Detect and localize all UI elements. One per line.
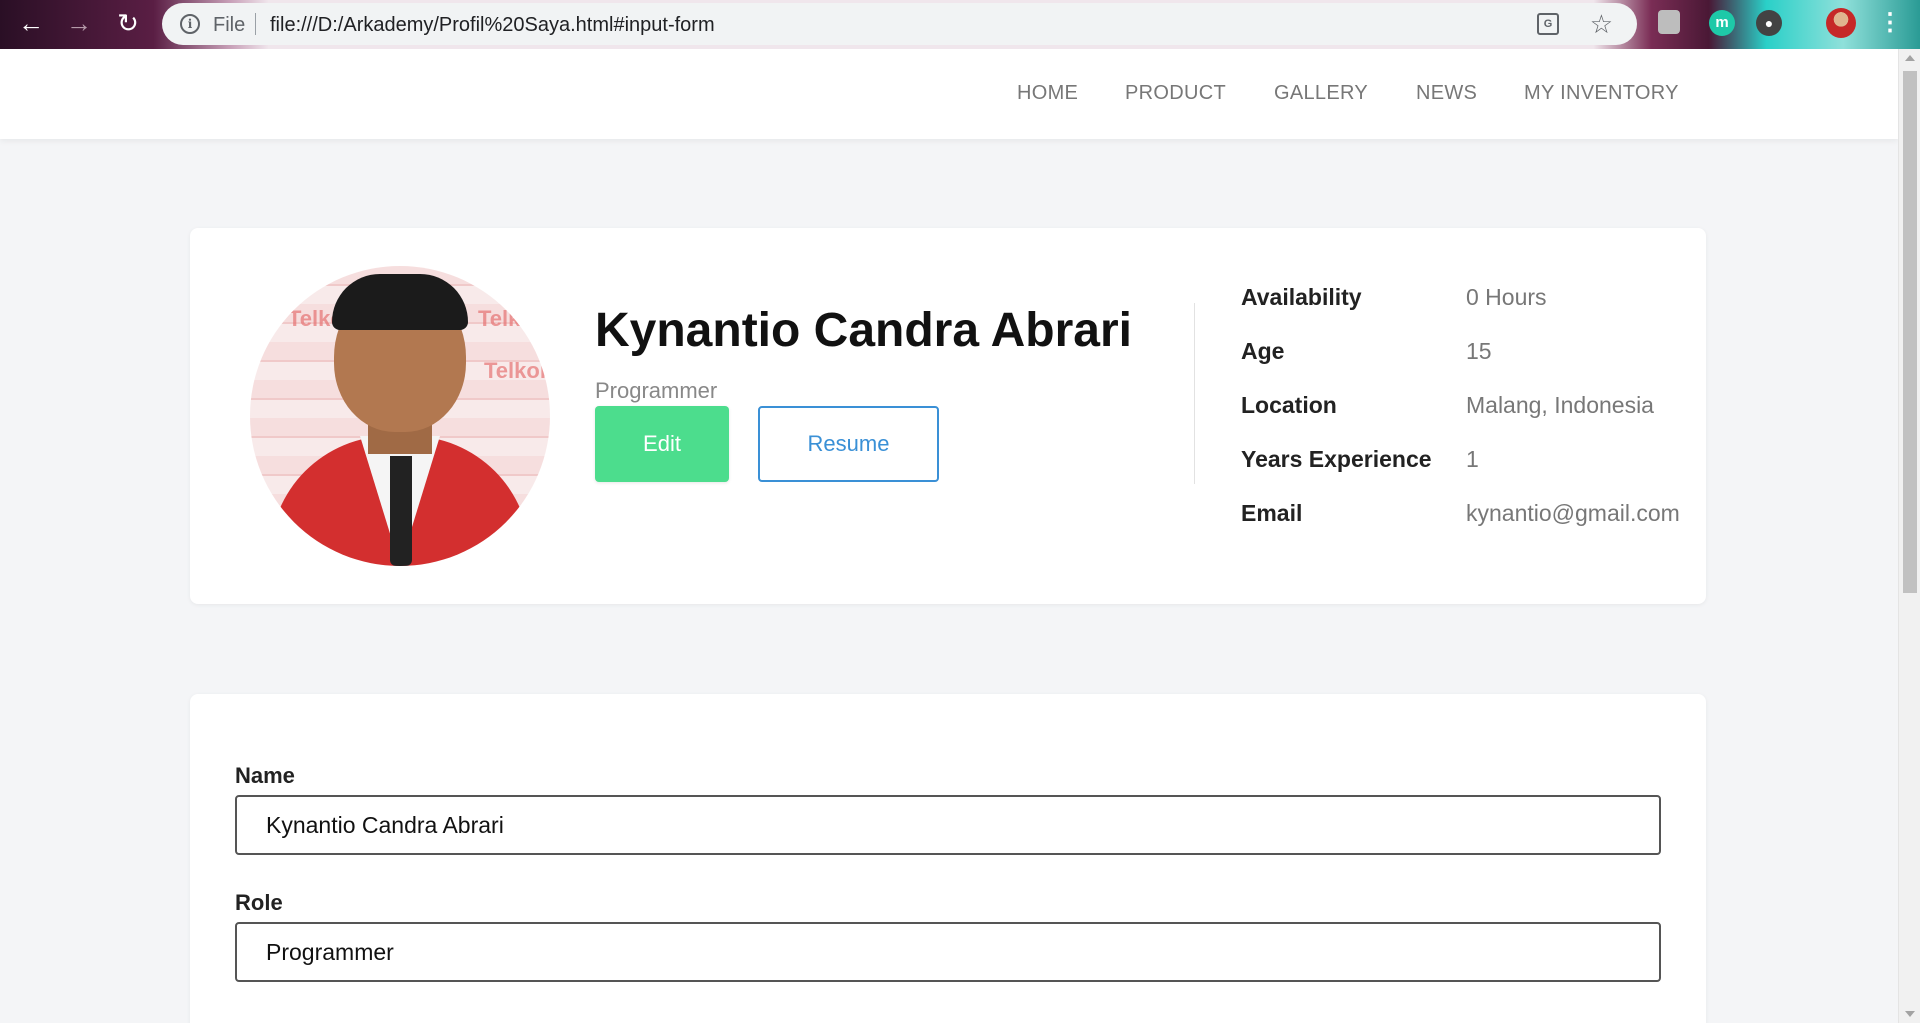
nav-news[interactable]: NEWS — [1416, 82, 1477, 105]
page-viewport: HOME PRODUCT GALLERY NEWS MY INVENTORY T… — [0, 49, 1898, 1023]
nav-home[interactable]: HOME — [1017, 82, 1078, 105]
detail-value: 0 Hours — [1466, 284, 1547, 310]
vertical-scrollbar[interactable] — [1898, 49, 1920, 1023]
extension-m-icon[interactable]: m — [1709, 10, 1735, 36]
detail-value: 1 — [1466, 446, 1479, 472]
detail-label: Age — [1241, 338, 1285, 364]
input-form-card: Name Role — [190, 694, 1706, 1023]
translate-icon[interactable]: G — [1537, 13, 1559, 35]
details-divider — [1194, 303, 1195, 484]
detail-label: Location — [1241, 392, 1337, 418]
profile-card: Telkom Telkom Telkom Kynantio Candra Abr… — [190, 228, 1706, 604]
avatar-tie — [390, 456, 412, 566]
nav-gallery[interactable]: GALLERY — [1274, 82, 1368, 105]
nav-my-inventory[interactable]: MY INVENTORY — [1524, 82, 1679, 105]
menu-dots-icon[interactable]: ⋮ — [1878, 8, 1902, 38]
name-input[interactable] — [235, 795, 1661, 855]
scroll-down-arrow-icon[interactable] — [1905, 1011, 1915, 1017]
reload-icon[interactable]: ↻ — [113, 8, 143, 38]
role-field-label: Role — [235, 890, 283, 915]
name-field-label: Name — [235, 763, 295, 788]
star-icon[interactable]: ☆ — [1590, 9, 1613, 39]
avatar-watermark-text: Telkom — [484, 358, 550, 383]
profile-name: Kynantio Candra Abrari — [595, 304, 1132, 357]
detail-label: Email — [1241, 500, 1303, 526]
profile-photo: Telkom Telkom Telkom — [250, 266, 550, 566]
resume-button[interactable]: Resume — [758, 406, 939, 482]
detail-label: Availability — [1241, 284, 1362, 310]
detail-label: Years Experience — [1241, 446, 1432, 472]
edit-button[interactable]: Edit — [595, 406, 729, 482]
nav-product[interactable]: PRODUCT — [1125, 82, 1226, 105]
scroll-up-arrow-icon[interactable] — [1905, 55, 1915, 61]
profile-role: Programmer — [595, 378, 718, 403]
role-input[interactable] — [235, 922, 1661, 982]
detail-value: Malang, Indonesia — [1466, 392, 1654, 418]
file-label: File — [213, 14, 246, 36]
top-navbar: HOME PRODUCT GALLERY NEWS MY INVENTORY — [0, 49, 1898, 139]
url-text[interactable]: file:///D:/Arkademy/Profil%20Saya.html#i… — [270, 14, 715, 37]
omnibox-separator — [255, 13, 256, 35]
detail-value: 15 — [1466, 338, 1492, 364]
profile-avatar-icon[interactable] — [1826, 8, 1856, 38]
avatar-watermark-text: Telkom — [478, 306, 550, 331]
detail-value: kynantio@gmail.com — [1466, 500, 1680, 526]
avatar-hair — [332, 274, 468, 330]
forward-arrow-icon[interactable]: → — [64, 8, 94, 38]
info-icon[interactable]: i — [180, 14, 200, 34]
back-arrow-icon[interactable]: ← — [16, 8, 46, 38]
extension-bag-icon[interactable] — [1658, 10, 1680, 34]
browser-toolbar: ← → ↻ i File file:///D:/Arkademy/Profil%… — [0, 0, 1920, 49]
extension-bulb-icon[interactable]: ● — [1756, 10, 1782, 36]
address-bar[interactable]: i File file:///D:/Arkademy/Profil%20Saya… — [162, 3, 1637, 45]
scroll-thumb[interactable] — [1903, 71, 1917, 593]
